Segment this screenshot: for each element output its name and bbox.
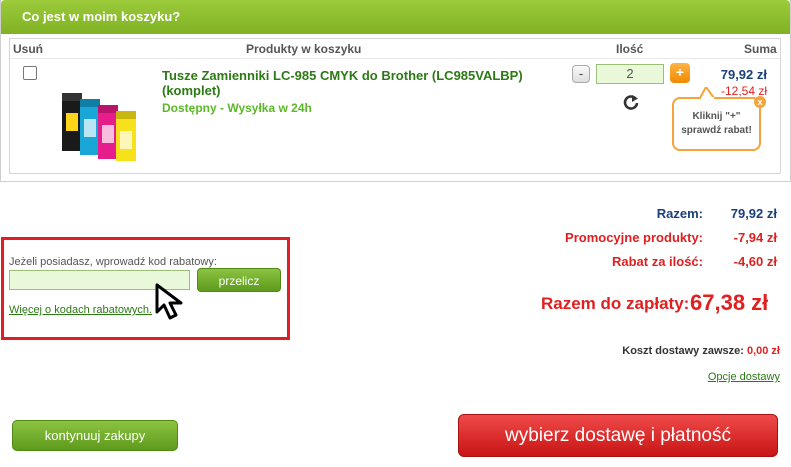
recalculate-button[interactable]: przelicz — [197, 268, 281, 292]
total-value: 67,38 zł — [690, 290, 769, 315]
column-sum: Suma — [744, 42, 777, 56]
continue-shopping-button[interactable]: kontynuuj zakupy — [12, 420, 178, 451]
cart-header: Co jest w moim koszyku? — [1, 0, 790, 34]
promo-codes-info-link[interactable]: Więcej o kodach rabatowych. — [9, 304, 152, 316]
promo-products-value: -7,94 zł — [733, 230, 777, 245]
cart-panel: Co jest w moim koszyku? Usuń Produkty w … — [0, 0, 791, 182]
qty-discount-label: Rabat za ilość: — [611, 254, 703, 269]
promo-code-label: Jeżeli posiadasz, wprowadź kod rabatowy: — [9, 256, 217, 268]
item-discount: -12,54 zł — [720, 84, 767, 98]
shipping-label: Koszt dostawy zawsze: — [622, 345, 744, 357]
product-image[interactable] — [58, 87, 154, 163]
shipping-options-link[interactable]: Opcje dostawy — [708, 371, 780, 383]
cart-table: Usuń Produkty w koszyku Ilość Suma Tusze… — [9, 38, 781, 174]
qty-discount-value: -4,60 zł — [733, 254, 777, 269]
column-quantity: Ilość — [616, 42, 644, 56]
shipping-value: 0,00 zł — [746, 345, 780, 357]
refresh-icon[interactable] — [622, 94, 640, 112]
discount-tooltip: Kliknij "+" sprawdź rabat! — [672, 97, 761, 151]
column-products: Produkty w koszyku — [246, 42, 362, 56]
tooltip-pointer — [698, 87, 716, 99]
checkout-button[interactable]: wybierz dostawę i płatność — [458, 414, 778, 457]
remove-item-checkbox[interactable] — [23, 66, 37, 80]
total-label: Razem do zapłaty: — [541, 294, 690, 313]
product-name-link[interactable]: Tusze Zamienniki LC-985 CMYK do Brother … — [162, 68, 552, 98]
header-divider — [10, 58, 780, 59]
item-price: 79,92 zł — [720, 67, 767, 82]
quantity-input[interactable]: 2 — [596, 64, 664, 84]
cart-title: Co jest w moim koszyku? — [22, 9, 181, 24]
column-remove: Usuń — [13, 42, 43, 56]
subtotal-label: Razem: — [656, 206, 703, 221]
quantity-increase-button[interactable]: + — [670, 63, 690, 83]
tooltip-line-2: sprawdź rabat! — [681, 125, 752, 136]
cursor-pointer-icon — [155, 283, 183, 320]
tooltip-line-1: Kliknij "+" — [692, 111, 741, 122]
promo-products-label: Promocyjne produkty: — [565, 230, 703, 245]
subtotal-value: 79,92 zł — [730, 206, 777, 221]
quantity-decrease-button[interactable]: - — [572, 65, 590, 83]
shipping-cost: Koszt dostawy zawsze: 0,00 zł — [622, 345, 780, 357]
product-availability: Dostępny - Wysyłka w 24h — [162, 101, 312, 115]
